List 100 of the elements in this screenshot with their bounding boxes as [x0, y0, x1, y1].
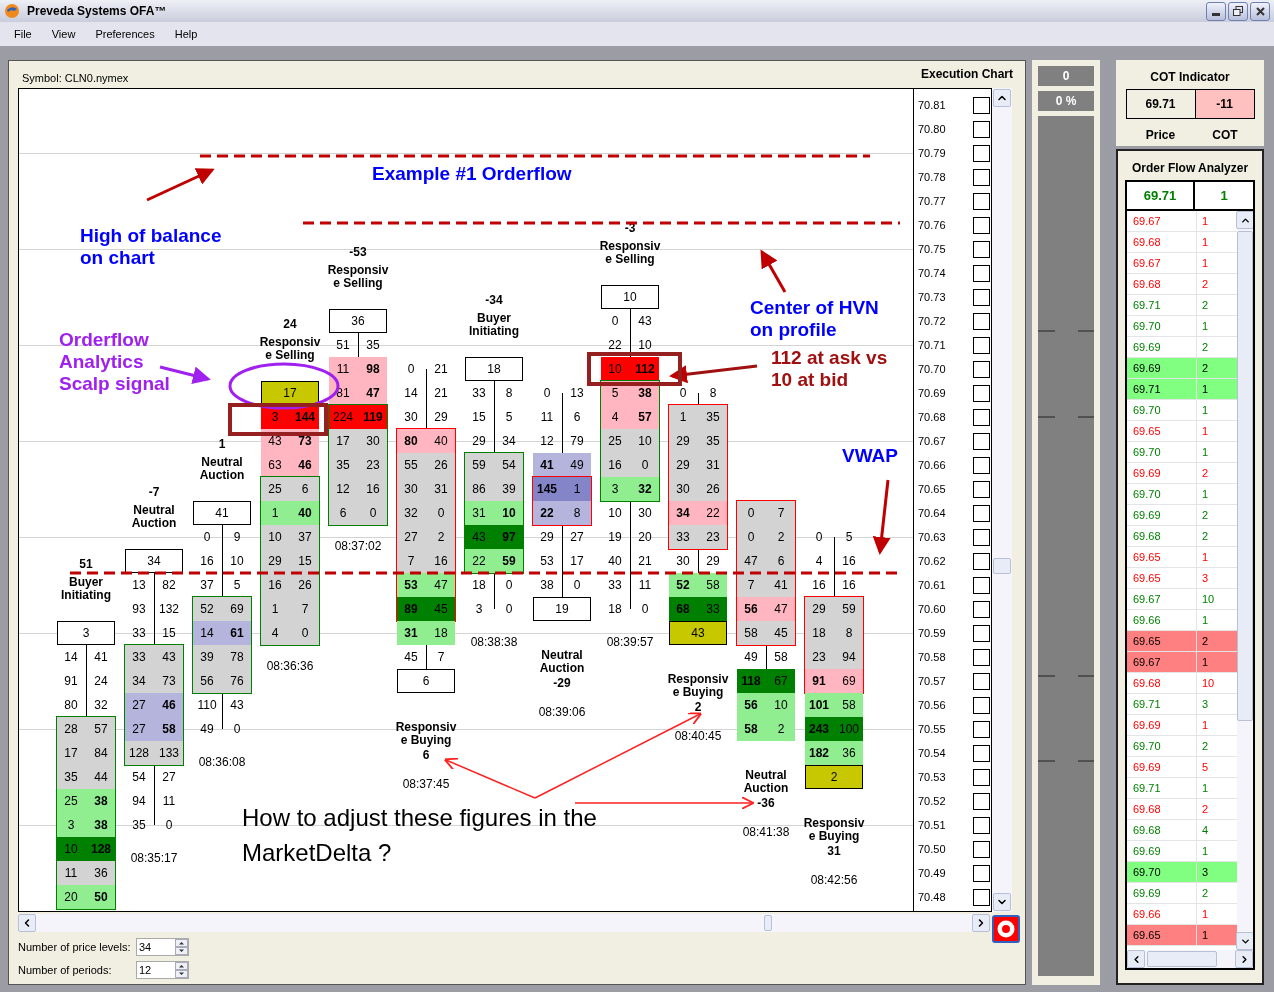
checkbox[interactable]	[973, 888, 990, 906]
checkbox[interactable]	[973, 600, 990, 618]
trade-price: 69.69	[1127, 841, 1197, 861]
checkbox[interactable]	[973, 408, 990, 426]
scroll-thumb[interactable]	[764, 915, 772, 931]
price-label: 70.67	[918, 433, 946, 449]
menu-item[interactable]: Preferences	[95, 25, 155, 43]
scroll-left-button[interactable]	[18, 914, 36, 932]
checkbox[interactable]	[973, 312, 990, 330]
checkbox[interactable]	[973, 216, 990, 234]
scroll-thumb[interactable]	[993, 558, 1011, 574]
last-quantity: 1	[1219, 186, 1229, 205]
bid-volume: 182	[809, 745, 829, 762]
trade-row[interactable]: 69.67 1	[1127, 652, 1237, 673]
spinner-arrows-icon[interactable]	[175, 939, 188, 955]
checkbox[interactable]	[973, 96, 990, 114]
trade-row[interactable]: 69.65 2	[1127, 631, 1237, 652]
bid-volume: 41	[540, 457, 554, 474]
checkbox[interactable]	[973, 792, 990, 810]
bid-volume: 33	[132, 625, 146, 642]
vertical-scrollbar[interactable]	[1237, 211, 1253, 950]
spinner-arrows-icon[interactable]	[175, 962, 188, 978]
trade-quantity: 1	[1201, 717, 1210, 733]
checkbox[interactable]	[973, 264, 990, 282]
trade-price: 69.71	[1127, 778, 1197, 798]
checkbox[interactable]	[973, 336, 990, 354]
checkbox[interactable]	[973, 864, 990, 882]
trade-price: 69.65	[1127, 547, 1197, 567]
checkbox[interactable]	[973, 672, 990, 690]
checkbox[interactable]	[973, 192, 990, 210]
checkbox[interactable]	[973, 720, 990, 738]
horizontal-scrollbar[interactable]	[18, 914, 990, 932]
arrow	[146, 168, 215, 202]
trade-row[interactable]: 69.71 1	[1127, 379, 1237, 400]
checkbox[interactable]	[973, 144, 990, 162]
bid-volume: 40	[608, 553, 622, 570]
column-label: Responsiv e Selling	[599, 240, 661, 266]
scroll-right-button[interactable]	[972, 914, 990, 932]
checkbox[interactable]	[973, 624, 990, 642]
trade-quantity: 2	[1201, 885, 1210, 901]
checkbox[interactable]	[973, 120, 990, 138]
trade-price: 69.67	[1127, 211, 1197, 231]
bid-volume: 0	[679, 385, 687, 402]
period-time: 08:35:17	[130, 851, 178, 865]
price-label: 70.79	[918, 145, 946, 161]
checkbox[interactable]	[973, 648, 990, 666]
checkbox[interactable]	[973, 432, 990, 450]
column-label: Buyer Initiating	[469, 312, 519, 338]
scroll-thumb[interactable]	[1147, 951, 1217, 967]
checkbox[interactable]	[973, 744, 990, 762]
menu-item[interactable]: View	[51, 25, 76, 43]
checkbox[interactable]	[973, 504, 990, 522]
trade-quantity: 1	[1197, 379, 1237, 399]
price-label: 70.77	[918, 193, 946, 209]
trade-quantity: 2	[1197, 631, 1237, 651]
checkbox[interactable]	[973, 480, 990, 498]
scroll-left-button[interactable]	[1127, 950, 1145, 968]
trade-row[interactable]: 69.70 3	[1127, 862, 1237, 883]
bid-volume: 33	[472, 385, 486, 402]
ask-volume: 0	[573, 577, 581, 594]
checkbox[interactable]	[973, 840, 990, 858]
scroll-up-button[interactable]	[993, 89, 1011, 107]
checkbox[interactable]	[973, 288, 990, 306]
trade-row[interactable]: 69.69 2	[1127, 358, 1237, 379]
checkbox[interactable]	[973, 240, 990, 258]
scroll-down-button[interactable]	[993, 893, 1011, 911]
ask-volume: 6	[573, 409, 581, 426]
ask-volume: 21	[638, 553, 652, 570]
checkbox[interactable]	[973, 696, 990, 714]
ask-volume: 6	[777, 553, 785, 570]
bid-volume: 31	[404, 625, 418, 642]
ask-volume: 69	[230, 601, 244, 618]
number-spinner[interactable]: 12	[136, 961, 189, 979]
menu-item[interactable]: Help	[174, 25, 198, 43]
checkbox[interactable]	[973, 528, 990, 546]
checkbox[interactable]	[973, 360, 990, 378]
scroll-up-button[interactable]	[1236, 211, 1253, 229]
horizontal-scrollbar[interactable]	[1127, 950, 1253, 968]
record-button[interactable]	[992, 915, 1020, 943]
number-spinner[interactable]: 34	[136, 938, 189, 956]
symbol-label: Symbol: CLN0.nymex	[22, 70, 129, 86]
trade-row[interactable]: 69.65 1	[1127, 925, 1237, 946]
checkbox[interactable]	[973, 576, 990, 594]
scroll-right-button[interactable]	[1235, 950, 1253, 968]
ask-volume: 45	[774, 625, 788, 642]
menu-item[interactable]: File	[14, 25, 32, 43]
maximize-button[interactable]	[1228, 1, 1248, 21]
minimize-button[interactable]	[1206, 1, 1226, 21]
checkbox[interactable]	[973, 816, 990, 834]
bid-volume: 29	[676, 433, 690, 450]
close-button[interactable]	[1250, 1, 1270, 21]
trade-price: 69.65	[1127, 421, 1197, 441]
vertical-scrollbar[interactable]	[992, 88, 1012, 912]
checkbox[interactable]	[973, 384, 990, 402]
scroll-down-button[interactable]	[1236, 932, 1253, 950]
scroll-thumb[interactable]	[1237, 231, 1253, 721]
checkbox[interactable]	[973, 168, 990, 186]
checkbox[interactable]	[973, 552, 990, 570]
checkbox[interactable]	[973, 456, 990, 474]
checkbox[interactable]	[973, 768, 990, 786]
